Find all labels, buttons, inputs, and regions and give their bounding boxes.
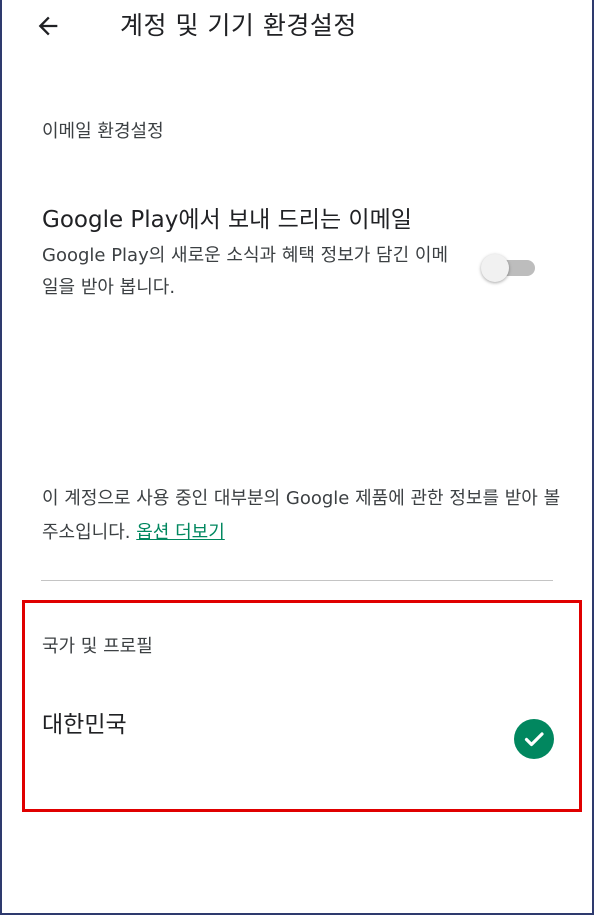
account-info-body: 이 계정으로 사용 중인 대부분의 Google 제품에 관한 정보를 받아 볼…	[42, 488, 561, 543]
country-value[interactable]: 대한민국	[42, 705, 127, 739]
arrow-left-icon	[38, 16, 58, 36]
page-title: 계정 및 기기 환경설정	[120, 11, 357, 40]
account-info-text: 이 계정으로 사용 중인 대부분의 Google 제품에 관한 정보를 받아 볼…	[42, 482, 562, 550]
country-section-label: 국가 및 프로필	[42, 636, 153, 657]
back-button[interactable]	[30, 8, 66, 44]
more-options-link[interactable]: 옵션 더보기	[136, 522, 225, 543]
email-toggle[interactable]	[481, 253, 537, 283]
email-pref-description: Google Play의 새로운 소식과 혜택 정보가 담긴 이메일을 받아 봅…	[42, 245, 449, 298]
email-pref-title[interactable]: Google Play에서 보내 드리는 이메일	[42, 200, 412, 234]
divider	[41, 580, 553, 581]
check-circle-icon	[514, 719, 554, 759]
toggle-thumb	[481, 254, 509, 282]
email-section-label: 이메일 환경설정	[42, 121, 164, 142]
app-bar: 계정 및 기기 환경설정	[0, 0, 594, 52]
